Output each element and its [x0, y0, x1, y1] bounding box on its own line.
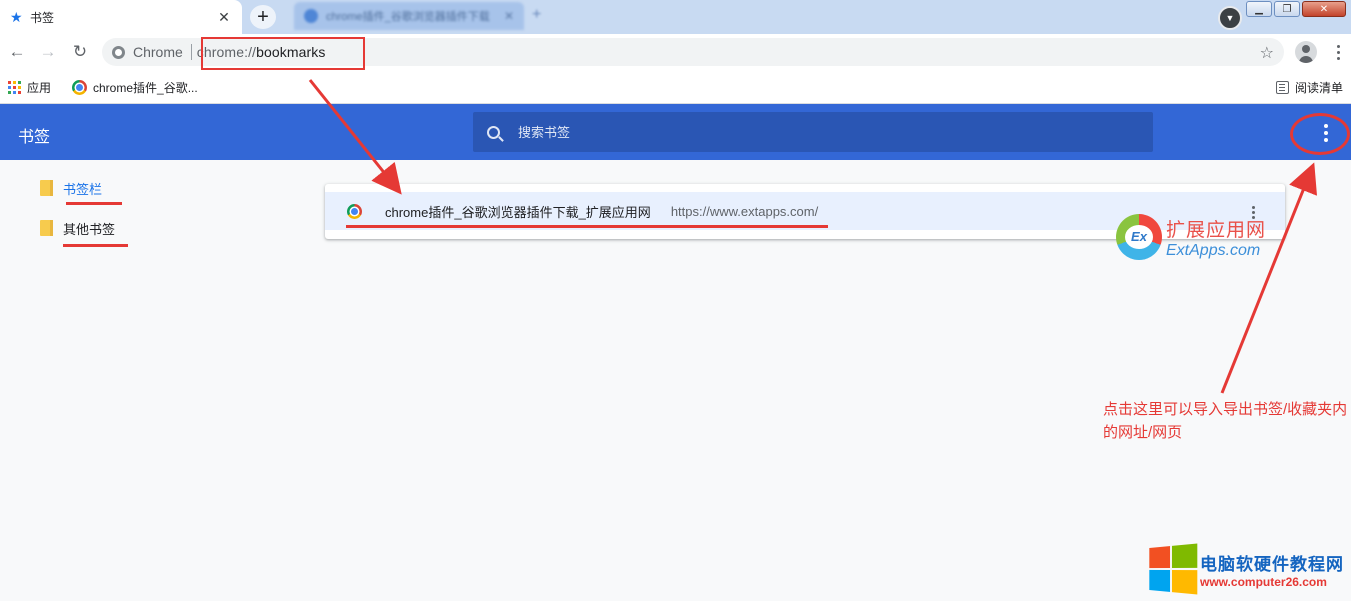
watermark-text: 电脑软硬件教程网 [1200, 554, 1344, 574]
bookmark-url: https://www.extapps.com/ [670, 203, 819, 219]
apps-label: 应用 [27, 80, 52, 95]
omnibox-separator [190, 44, 192, 60]
bookmark-bar-item-label: chrome插件_谷歌... [93, 80, 198, 95]
tab-title: 书签 [30, 10, 55, 25]
star-icon: ★ [10, 8, 23, 25]
site-favicon-icon [347, 203, 362, 219]
chrome-icon [72, 79, 87, 95]
reading-list-label: 阅读清单 [1295, 80, 1344, 95]
windows-logo-icon [1149, 543, 1198, 595]
omnibox[interactable]: Chrome chrome://bookmarks ☆ [102, 38, 1284, 66]
apps-grid-icon [8, 80, 21, 94]
annotation-note: 点击这里可以导入导出书签/收藏夹内的网址/网页 [1103, 401, 1348, 441]
watermark-text: 扩展应用网 [1166, 219, 1267, 241]
reading-list-button[interactable]: 阅读清单 [1276, 76, 1343, 98]
restore-button[interactable]: ❐ [1274, 1, 1300, 17]
apps-shortcut[interactable]: 应用 [8, 76, 51, 98]
bookmark-star-icon[interactable]: ☆ [1260, 43, 1274, 63]
back-arrow-icon[interactable]: ← [6, 41, 28, 63]
tab-title: chrome插件_谷歌浏览器插件下载 [326, 11, 490, 23]
page-title: 书签 [18, 129, 51, 146]
profile-avatar-icon[interactable] [1295, 41, 1317, 63]
extapps-watermark: 扩展应用网 ExtApps.com [1116, 214, 1266, 260]
url-text[interactable]: chrome://bookmarks [197, 44, 326, 60]
extapps-logo-icon [1116, 214, 1162, 260]
site-info-chip[interactable]: Chrome [112, 44, 183, 60]
tab-bookmarks[interactable]: ★ 书签 ✕ [0, 0, 242, 34]
window-close-button[interactable]: ✕ [1302, 1, 1346, 17]
close-icon[interactable]: ✕ [504, 9, 514, 23]
tab-background[interactable]: chrome插件_谷歌浏览器插件下载 ✕ [294, 2, 524, 30]
folder-other-bookmarks[interactable]: 其他书签 [40, 217, 115, 239]
folder-icon [40, 180, 53, 196]
site-chip-label: Chrome [133, 44, 183, 60]
toolbar: ← → ↻ Chrome chrome://bookmarks ☆ [0, 34, 1351, 70]
folder-label: 其他书签 [63, 221, 116, 237]
forward-arrow-icon[interactable]: → [37, 41, 59, 63]
bookmark-title: chrome插件_谷歌浏览器插件下载_扩展应用网 [385, 204, 651, 220]
annotation-underline [63, 244, 128, 247]
reload-icon[interactable]: ↻ [69, 41, 91, 63]
chrome-menu-icon[interactable] [1330, 42, 1346, 62]
search-box[interactable] [473, 112, 1153, 152]
minimize-button[interactable]: ▁ [1246, 1, 1272, 17]
folder-bookmarks-bar[interactable]: 书签栏 [40, 177, 102, 199]
watermark-text: ExtApps.com [1166, 241, 1261, 259]
chrome-icon [112, 45, 125, 59]
tab-favicon-icon [304, 9, 318, 23]
search-icon [487, 125, 500, 139]
folder-label: 书签栏 [63, 181, 103, 197]
bookmark-bar-item[interactable]: chrome插件_谷歌... [72, 76, 198, 98]
tab-strip: ★ 书签 ✕ + chrome插件_谷歌浏览器插件下载 ✕ + ▼ ▁ ❐ ✕ [0, 0, 1351, 34]
organize-menu-icon[interactable] [1316, 122, 1336, 144]
computer26-watermark: 电脑软硬件教程网 www.computer26.com [1146, 543, 1344, 595]
window-controls: ▁ ❐ ✕ [1246, 1, 1346, 17]
watermark-text: www.computer26.com [1200, 574, 1327, 589]
plus-icon: + [532, 6, 542, 23]
bookmarks-bar: 应用 chrome插件_谷歌... 阅读清单 [0, 70, 1351, 104]
bookmarks-manager-header: 书签 [0, 104, 1351, 160]
annotation-underline [66, 202, 122, 205]
close-icon[interactable]: ✕ [216, 9, 232, 26]
search-input[interactable] [518, 124, 1078, 140]
reading-list-icon [1276, 80, 1289, 94]
folder-icon [40, 220, 53, 236]
new-tab-button[interactable]: + [250, 5, 276, 29]
tab-search-icon[interactable]: ▼ [1218, 6, 1242, 30]
